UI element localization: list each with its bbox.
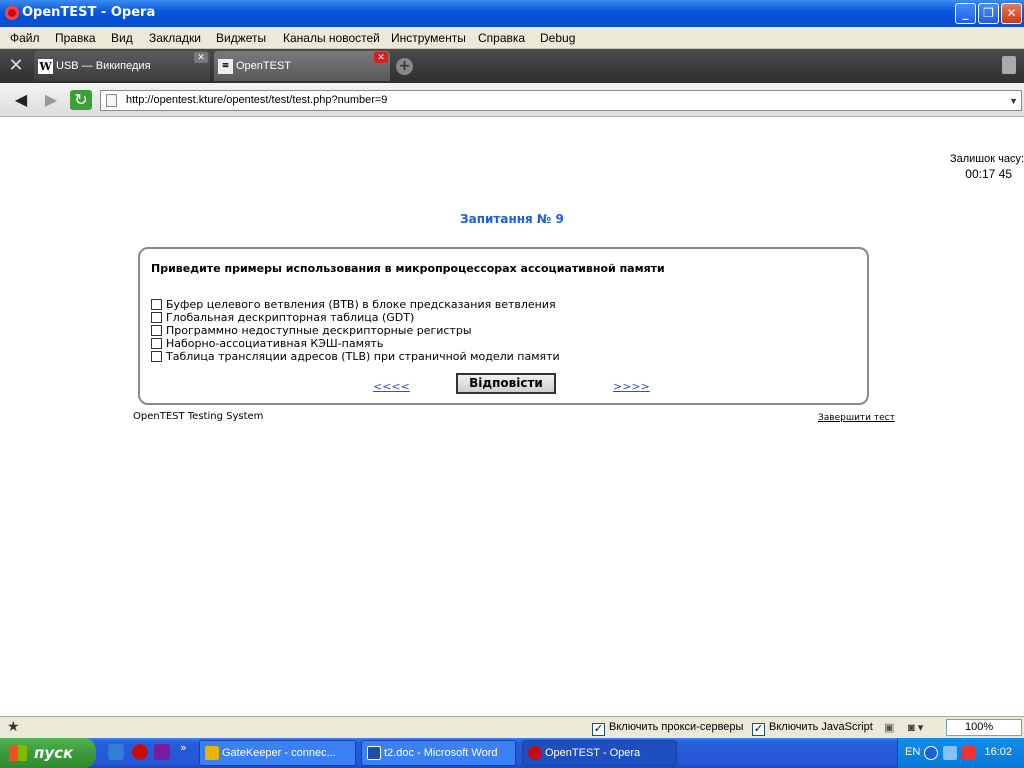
back-icon[interactable]: ◀	[10, 90, 32, 110]
timer: Залишок часу: 00:17 45	[884, 153, 1024, 181]
zoom-select[interactable]: 100%	[946, 719, 1022, 736]
option-checkbox[interactable]	[151, 338, 162, 349]
option-label: Глобальная дескрипторная таблица (GDT)	[166, 311, 415, 324]
start-button[interactable]: пуск	[0, 738, 96, 768]
menu-help[interactable]: Справка	[478, 31, 525, 45]
reload-icon[interactable]: ↻	[70, 90, 92, 110]
task-label: OpenTEST - Opera	[545, 747, 641, 759]
tab-label: USB — Википедия	[56, 60, 151, 72]
title-bar: OpenTEST - Opera _ ❐ ✕	[0, 0, 1024, 27]
page-content: Залишок часу: 00:17 45 Запитання № 9 При…	[0, 118, 1024, 716]
network-icon[interactable]	[943, 746, 957, 760]
chevron-down-icon[interactable]: ▼	[1009, 96, 1018, 106]
clock: 16:02	[984, 746, 1012, 758]
key-icon	[205, 746, 219, 760]
prev-question-link[interactable]: <<<<	[373, 380, 410, 393]
javascript-label: Включить JavaScript	[769, 721, 873, 733]
window-title: OpenTEST - Opera	[22, 5, 156, 20]
option-label: Наборно-ассоциативная КЭШ-память	[166, 337, 384, 350]
tab-close-icon[interactable]: ✕	[374, 52, 388, 63]
app-quicklaunch-icon[interactable]	[154, 744, 170, 760]
option-checkbox[interactable]	[151, 325, 162, 336]
tools-icon[interactable]: ✕	[4, 55, 28, 77]
checkbox-icon: ✓	[592, 723, 605, 736]
menu-view[interactable]: Вид	[111, 31, 133, 45]
url-text: http://opentest.kture/opentest/test/test…	[126, 94, 388, 106]
tab-bar: ✕ W USB — Википедия ✕ ≡ OpenTEST ✕ +	[0, 49, 1024, 83]
menu-feeds[interactable]: Каналы новостей	[283, 31, 380, 45]
option-3: Программно недоступные дескрипторные рег…	[151, 324, 472, 337]
trash-icon[interactable]	[1002, 56, 1016, 74]
proxy-label: Включить прокси-серверы	[609, 721, 744, 733]
new-tab-icon[interactable]: +	[396, 58, 413, 75]
camera-icon[interactable]: ◙ ▾	[908, 721, 923, 734]
tab-label: OpenTEST	[236, 60, 292, 72]
system-tray: EN 16:02	[897, 738, 1024, 768]
option-2: Глобальная дескрипторная таблица (GDT)	[151, 311, 414, 324]
option-checkbox[interactable]	[151, 312, 162, 323]
menu-bookmarks[interactable]: Закладки	[149, 31, 201, 45]
tab-opentest[interactable]: ≡ OpenTEST ✕	[214, 51, 390, 81]
opera-logo-icon	[5, 6, 19, 20]
opera-icon	[528, 746, 542, 760]
tab-usb-wikipedia[interactable]: W USB — Википедия ✕	[34, 51, 210, 81]
star-icon[interactable]: ★	[7, 718, 20, 735]
option-label: Буфер целевого ветвления (BTB) в блоке п…	[166, 298, 556, 311]
taskbar-opera[interactable]: OpenTEST - Opera	[522, 740, 677, 766]
next-question-link[interactable]: >>>>	[613, 380, 650, 393]
minimize-button[interactable]: _	[955, 3, 976, 24]
timer-value: 00:17 45	[965, 167, 1012, 181]
timer-label: Залишок часу:	[949, 153, 1024, 165]
expand-icon[interactable]: »	[180, 741, 187, 754]
ie-icon[interactable]	[108, 744, 124, 760]
option-checkbox[interactable]	[151, 299, 162, 310]
question-title: Запитання № 9	[460, 212, 564, 226]
windows-logo-icon	[9, 745, 27, 761]
tab-close-icon[interactable]: ✕	[194, 52, 208, 63]
view-icon[interactable]: ▣	[884, 721, 894, 734]
start-label: пуск	[34, 744, 74, 762]
menu-edit[interactable]: Правка	[55, 31, 96, 45]
menu-file[interactable]: Файл	[10, 31, 40, 45]
footer-system-name: OpenTEST Testing System	[133, 411, 264, 422]
menu-tools[interactable]: Инструменты	[391, 31, 466, 45]
opera-quicklaunch-icon[interactable]	[132, 744, 148, 760]
tray-arrow-icon[interactable]	[924, 746, 938, 760]
wikipedia-icon: W	[38, 59, 53, 74]
finish-test-link[interactable]: Завершити тест	[818, 413, 895, 423]
menu-bar: Файл Правка Вид Закладки Виджеты Каналы …	[0, 27, 1024, 49]
zoom-value: 100%	[965, 721, 994, 733]
navigation-bar: ◀ ▶ ↻ http://opentest.kture/opentest/tes…	[0, 83, 1024, 117]
taskbar-gatekeeper[interactable]: GateKeeper - connec...	[199, 740, 356, 766]
taskbar-word[interactable]: t2.doc - Microsoft Word	[361, 740, 516, 766]
page-icon	[106, 94, 117, 107]
menu-debug[interactable]: Debug	[540, 31, 575, 45]
close-button[interactable]: ✕	[1001, 3, 1022, 24]
task-label: t2.doc - Microsoft Word	[384, 747, 498, 759]
security-icon[interactable]	[962, 746, 976, 760]
javascript-toggle[interactable]: ✓ Включить JavaScript	[752, 721, 873, 736]
option-checkbox[interactable]	[151, 351, 162, 362]
checkbox-icon: ✓	[752, 723, 765, 736]
word-icon	[367, 746, 381, 760]
maximize-button[interactable]: ❐	[978, 3, 999, 24]
option-label: Таблица трансляции адресов (TLB) при стр…	[166, 350, 560, 363]
taskbar: пуск » GateKeeper - connec... t2.doc - M…	[0, 738, 1024, 768]
address-field[interactable]: http://opentest.kture/opentest/test/test…	[100, 90, 1022, 111]
page-icon: ≡	[218, 59, 233, 74]
option-4: Наборно-ассоциативная КЭШ-память	[151, 337, 383, 350]
forward-icon[interactable]: ▶	[40, 90, 62, 110]
option-1: Буфер целевого ветвления (BTB) в блоке п…	[151, 298, 556, 311]
task-label: GateKeeper - connec...	[222, 747, 336, 759]
question-text: Приведите примеры использования в микроп…	[151, 262, 665, 275]
question-box: Приведите примеры использования в микроп…	[138, 247, 869, 405]
option-label: Программно недоступные дескрипторные рег…	[166, 324, 472, 337]
option-5: Таблица трансляции адресов (TLB) при стр…	[151, 350, 560, 363]
opera-window: OpenTEST - Opera _ ❐ ✕ Файл Правка Вид З…	[0, 0, 1024, 768]
menu-widgets[interactable]: Виджеты	[216, 31, 266, 45]
status-bar: ★ ✓ Включить прокси-серверы ✓ Включить Jav…	[0, 716, 1024, 738]
answer-button[interactable]: Відповісти	[456, 373, 556, 394]
proxy-toggle[interactable]: ✓ Включить прокси-серверы	[592, 721, 743, 736]
language-indicator[interactable]: EN	[905, 746, 920, 758]
